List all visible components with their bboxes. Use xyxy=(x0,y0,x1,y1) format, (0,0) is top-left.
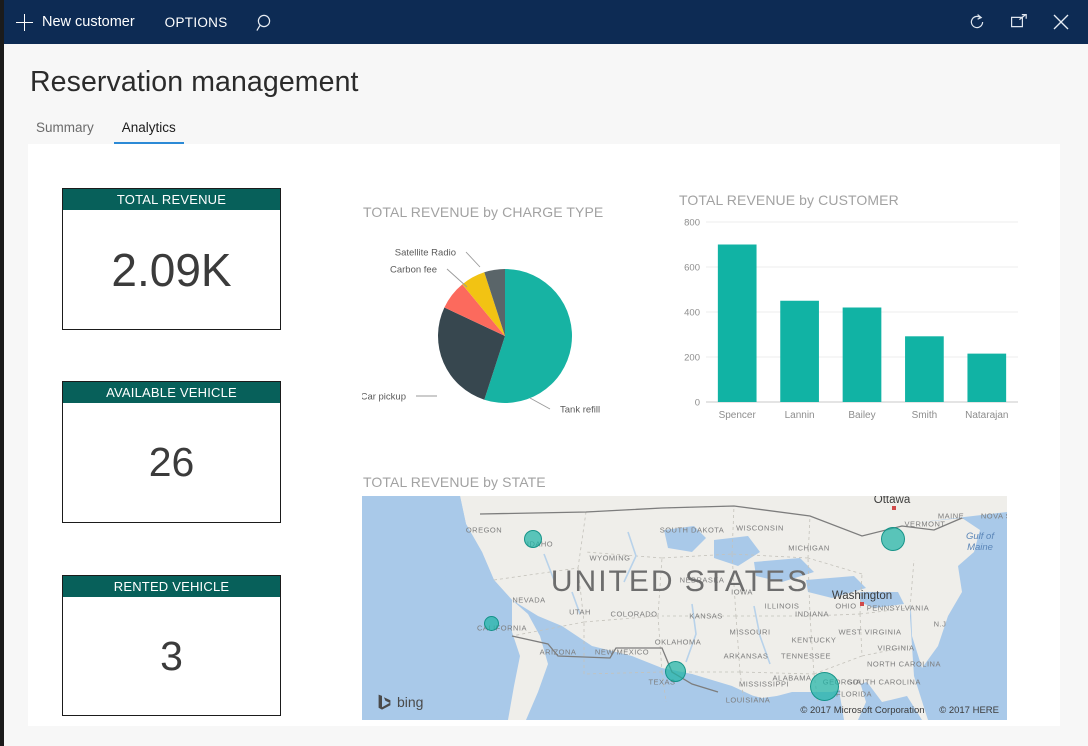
map-state-label: MICHIGAN xyxy=(788,544,830,553)
map-city-label: Washington xyxy=(832,590,892,602)
kpi-title: TOTAL REVENUE xyxy=(63,189,280,210)
map-bubble-florida[interactable] xyxy=(810,672,839,701)
bar-chart-y-tick: 800 xyxy=(684,218,700,229)
map-state-label: MISSOURI xyxy=(729,628,770,637)
kpi-card-rented-vehicle[interactable]: RENTED VEHICLE 3 xyxy=(62,575,281,716)
bar-chart-x-tick: Bailey xyxy=(848,410,875,421)
bar-chart-x-tick: Natarajan xyxy=(965,410,1008,421)
close-icon[interactable] xyxy=(1040,0,1082,44)
bar[interactable] xyxy=(718,245,757,403)
popout-icon[interactable] xyxy=(998,0,1040,44)
window-controls xyxy=(956,0,1088,44)
map-state-label: NORTH CAROLINA xyxy=(867,660,941,669)
map-bubble-california[interactable] xyxy=(484,616,499,631)
bar-chart-x-tick: Spencer xyxy=(719,410,757,421)
tab-bar: Summary Analytics xyxy=(28,116,196,144)
map-canvas[interactable]: OREGONIDAHOWYOMINGSOUTH DAKOTAWISCONSINM… xyxy=(362,496,1007,720)
pie-chart-total-revenue-by-charge-type[interactable]: TOTAL REVENUE by CHARGE TYPE Satellite R… xyxy=(362,204,662,444)
map-state-label: VIRGINIA xyxy=(878,644,915,653)
bar-chart-x-tick: Smith xyxy=(912,410,938,421)
map-capital-dot xyxy=(892,506,896,510)
pie-chart-canvas: Satellite Radio Carbon fee Car pickup Tank … xyxy=(362,229,662,444)
map-state-label: COLORADO xyxy=(611,610,658,619)
bar-chart-total-revenue-by-customer[interactable]: TOTAL REVENUE by CUSTOMER 0 200 400 600 800 S… xyxy=(678,192,1048,432)
tab-summary[interactable]: Summary xyxy=(28,120,102,144)
new-customer-button[interactable]: New customer xyxy=(4,0,149,44)
map-state-label: WISCONSIN xyxy=(736,524,784,533)
search-icon[interactable] xyxy=(244,0,288,44)
map-state-label: WEST VIRGINIA xyxy=(838,628,901,637)
tab-analytics[interactable]: Analytics xyxy=(114,120,184,144)
bing-mark-icon xyxy=(378,694,391,710)
map-state-label: PENNSYLVANIA xyxy=(867,604,929,613)
map-bubble-new-york[interactable] xyxy=(881,527,905,551)
bing-logo[interactable]: bing xyxy=(378,694,423,710)
map-state-label: ARIZONA xyxy=(540,648,577,657)
pie-chart-title: TOTAL REVENUE by CHARGE TYPE xyxy=(363,204,603,220)
map-state-label: OREGON xyxy=(466,526,502,535)
bing-label: bing xyxy=(397,694,423,710)
kpi-value: 26 xyxy=(63,403,280,522)
app-window: New customer OPTIONS xyxy=(0,0,1088,746)
page-title: Reservation management xyxy=(30,66,359,99)
bar-chart-y-tick: 0 xyxy=(695,398,700,409)
pie-slice-label: Car pickup xyxy=(362,392,406,403)
map-state-label: WYOMING xyxy=(590,554,631,563)
map-state-label: MISSISSIPPI xyxy=(739,680,789,689)
map-state-label: KENTUCKY xyxy=(792,636,837,645)
pie-slice-label: Tank refill xyxy=(560,405,600,416)
bar-chart-canvas: 0 200 400 600 800 Spencer Lannin Bailey Smith Nat… xyxy=(678,212,1048,430)
map-state-label: NEW MEXICO xyxy=(595,648,649,657)
kpi-card-total-revenue[interactable]: TOTAL REVENUE 2.09K xyxy=(62,188,281,330)
map-country-label: UNITED STATES xyxy=(551,565,809,599)
map-state-label: KANSAS xyxy=(689,612,722,621)
map-water-label: Gulf ofMaine xyxy=(966,531,994,553)
bar[interactable] xyxy=(780,301,819,402)
map-state-label: N.J xyxy=(934,620,947,629)
pie-slice-label: Satellite Radio xyxy=(395,248,456,259)
map-state-label: Ottawa xyxy=(874,496,910,506)
analytics-panel: TOTAL REVENUE 2.09K AVAILABLE VEHICLE 26… xyxy=(28,144,1060,726)
kpi-card-available-vehicle[interactable]: AVAILABLE VEHICLE 26 xyxy=(62,381,281,523)
map-bubble-texas[interactable] xyxy=(665,661,686,682)
map-state-label: MAINE xyxy=(938,512,964,521)
pie-slice-label: Carbon fee xyxy=(390,265,437,276)
map-state-label: OKLAHOMA xyxy=(655,638,702,647)
map-total-revenue-by-state[interactable]: TOTAL REVENUE by STATE OREGONIDAHOWYOMIN… xyxy=(362,474,1008,706)
bar-chart-y-tick: 400 xyxy=(684,308,700,319)
map-state-label: TENNESSEE xyxy=(781,652,831,661)
new-customer-label: New customer xyxy=(42,14,135,30)
map-copyright: © 2017 Microsoft Corporation © 2017 HERE xyxy=(788,705,999,716)
kpi-title: RENTED VEHICLE xyxy=(63,576,280,597)
kpi-title: AVAILABLE VEHICLE xyxy=(63,382,280,403)
bar[interactable] xyxy=(905,336,944,402)
map-state-label: FLORIDA xyxy=(836,690,872,699)
map-state-label: SOUTH DAKOTA xyxy=(660,526,725,535)
bar-chart-y-tick: 600 xyxy=(684,263,700,274)
kpi-value: 2.09K xyxy=(63,210,280,329)
options-menu-button[interactable]: OPTIONS xyxy=(149,0,244,44)
bar-chart-title: TOTAL REVENUE by CUSTOMER xyxy=(679,192,899,208)
map-copyright-microsoft: © 2017 Microsoft Corporation xyxy=(800,705,924,716)
plus-icon xyxy=(16,14,33,31)
bar[interactable] xyxy=(967,354,1006,402)
map-state-label: NOVA S xyxy=(981,512,1007,521)
map-copyright-here: © 2017 HERE xyxy=(939,705,999,716)
map-state-label: OHIO xyxy=(835,602,856,611)
refresh-icon[interactable] xyxy=(956,0,998,44)
map-state-label: VERMONT xyxy=(905,520,946,529)
command-bar: New customer OPTIONS xyxy=(4,0,1088,44)
map-title: TOTAL REVENUE by STATE xyxy=(363,474,546,490)
bar[interactable] xyxy=(843,308,882,403)
map-state-label: INDIANA xyxy=(795,610,829,619)
map-state-label: LOUISIANA xyxy=(726,696,771,705)
map-state-label: UTAH xyxy=(569,608,591,617)
kpi-value: 3 xyxy=(63,597,280,715)
map-capital-dot xyxy=(860,602,864,606)
bar-chart-x-tick: Lannin xyxy=(785,410,815,421)
map-bubble-idaho[interactable] xyxy=(524,530,542,548)
map-state-label: ARKANSAS xyxy=(724,652,769,661)
map-state-label: NEVADA xyxy=(512,596,545,605)
bar-chart-y-tick: 200 xyxy=(684,353,700,364)
